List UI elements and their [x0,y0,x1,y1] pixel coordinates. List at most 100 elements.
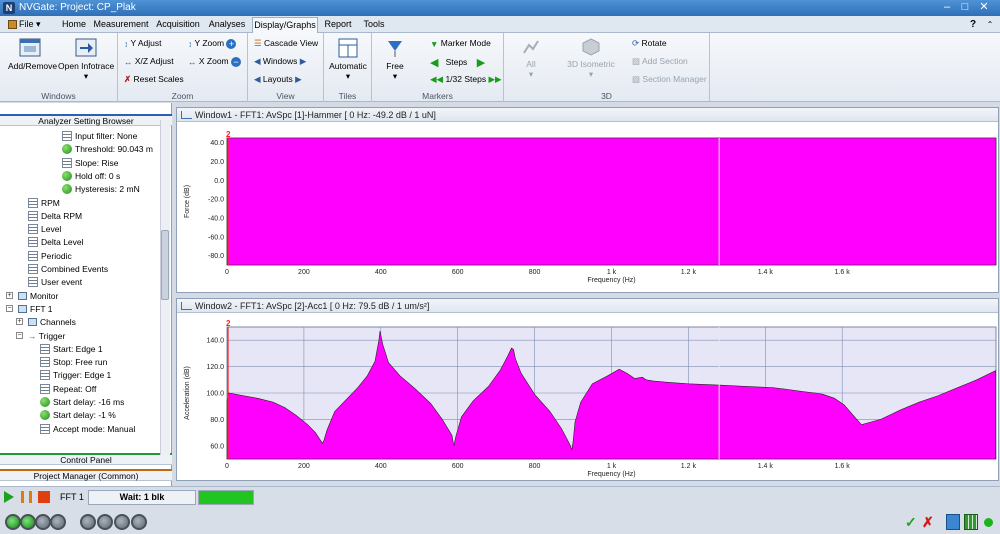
stop-icon[interactable] [38,491,50,503]
y-adjust-button[interactable]: ↕ Y Adjust [124,38,162,49]
tree-item[interactable]: Monitor [18,290,58,302]
tree-scrollbar-thumb[interactable] [161,230,169,300]
step-back-icon[interactable]: ◀ [430,56,438,69]
tree-item[interactable]: → Trigger [28,330,65,342]
tab-home[interactable]: Home [58,17,90,33]
free-marker-button[interactable]: Free ▾ [378,37,412,82]
cascade-view-button[interactable]: ☰ Cascade View [254,38,318,49]
channel-led-3 [35,514,51,530]
y-zoom-button[interactable]: ↕ Y Zoom + [188,38,237,49]
tree-expander[interactable]: − [16,331,23,339]
xz-adjust-icon: ↔ [124,56,133,67]
tree-item[interactable]: Delta Level [28,236,84,248]
prev-layout-icon[interactable]: ◀ [254,74,261,85]
clipboard-icon[interactable] [946,514,960,530]
tab-measurement[interactable]: Measurement [92,17,150,33]
all-button[interactable]: All ▾ [514,37,548,80]
marker-mode-button[interactable]: ▼ Marker Mode [430,38,491,49]
zoom-out-icon[interactable]: − [231,56,242,67]
x-tick-label: 400 [375,463,387,470]
next-window-icon[interactable]: ▶ [300,56,307,67]
tree-expander[interactable]: + [6,291,13,299]
tree-item[interactable]: Slope: Rise [62,157,118,169]
tree-item[interactable]: Accept mode: Manual [40,423,135,435]
tree-item[interactable]: Start: Edge 1 [40,343,103,355]
graph-window-2[interactable]: Window2 - FFT1: AvSpc [2]-Acc1 [ 0 Hz: 7… [176,298,999,481]
tree-item-label: Channels [40,317,76,328]
zoom-in-icon[interactable]: + [226,38,237,49]
y-axis-label: Acceleration (dB) [184,366,191,420]
reset-scales-button[interactable]: ✗ Reset Scales [124,74,184,85]
rotate-button[interactable]: ⟳ Rotate [632,38,667,49]
ribbon-collapse-icon[interactable]: ⌃ [983,17,997,33]
step-forward-icon[interactable]: ▶ [477,56,485,69]
section-manager-button[interactable]: ▧ Section Manager [632,74,707,85]
reset-scales-icon: ✗ [124,74,132,85]
tab-display-graphs[interactable]: Display/Graphs [252,17,318,33]
layouts-button[interactable]: ◀ Layouts ▶ [254,74,302,85]
tab-tools[interactable]: Tools [359,17,389,33]
add-remove-button[interactable]: Add/Remove [8,37,57,71]
meter-icon[interactable] [964,514,978,530]
isometric-button[interactable]: 3D Isometric ▾ [566,37,616,80]
help-button[interactable]: ? [966,17,980,33]
graph-window-1[interactable]: Window1 - FFT1: AvSpc [1]-Hammer [ 0 Hz:… [176,107,999,293]
next-layout-icon[interactable]: ▶ [295,74,302,85]
maximize-icon[interactable]: □ [958,1,972,14]
windows-button[interactable]: ◀ Windows ▶ [254,56,306,67]
tree-item[interactable]: Delta RPM [28,210,82,222]
steps-button[interactable]: ◀ Steps ▶ [430,56,485,69]
tree-item[interactable]: Threshold: 90.043 m [62,143,153,155]
tree-expander[interactable]: + [16,318,23,326]
tree-item[interactable]: Hold off: 0 s [62,170,120,182]
tree-item[interactable]: Stop: Free run [40,356,107,368]
pause-icon[interactable] [21,491,32,503]
error-icon[interactable]: ✗ [922,514,934,531]
tab-report[interactable]: Report [321,17,355,33]
x-tick-label: 1.6 k [835,463,851,470]
x-zoom-button[interactable]: ↔ X Zoom − [188,56,242,67]
fine-steps-button[interactable]: ◀◀ 1/32 Steps ▶▶ [430,74,502,85]
analyzer-setting-browser-header[interactable]: Analyzer Setting Browser [0,114,172,126]
tree-item[interactable]: Repeat: Off [40,383,96,395]
tree-item[interactable]: Start delay: -1 % [40,409,116,421]
tree-item[interactable]: FFT 1 [18,303,53,315]
prev-window-icon[interactable]: ◀ [254,56,261,67]
tree-item[interactable]: Trigger: Edge 1 [40,369,111,381]
automatic-tiles-button[interactable]: Automatic ▾ [328,37,368,82]
tree-item[interactable]: User event [28,276,82,288]
acceleration-spectrum-chart[interactable]: 0 200 400 600 800 1 k 1.2 k 1.4 k 1.6 k 140.0 120.… [177,313,998,480]
project-manager-header[interactable]: Project Manager (Common) [0,469,172,481]
minimize-icon[interactable]: – [940,1,954,14]
tree-item[interactable]: Level [28,223,61,235]
tree-item-label: Start: Edge 1 [53,343,103,354]
x-tick-label: 400 [375,269,387,276]
close-icon[interactable]: ✕ [977,1,991,14]
run-icon[interactable] [4,491,14,503]
tab-acquisition[interactable]: Acquisition [153,17,203,33]
ribbon-group-markers: Free ▾ ▼ Marker Mode ◀ Steps ▶ ◀◀ 1/32 S… [372,33,504,102]
check-icon[interactable]: ✓ [905,514,917,531]
setting-icon [28,210,38,221]
open-infotrace-button[interactable]: Open Infotrace ▾ [58,37,114,82]
module-icon [18,304,27,313]
file-menu[interactable]: File ▾ [4,17,52,33]
control-panel-header[interactable]: Control Panel [0,453,172,465]
tree-item[interactable]: Channels [28,316,76,328]
tree-item[interactable]: Start delay: -16 ms [40,396,124,408]
tree-item[interactable]: Hysteresis: 2 mN [62,183,140,195]
tree-item[interactable]: RPM [28,197,60,209]
fine-step-forward-icon[interactable]: ▶▶ [488,74,501,85]
tree-item[interactable]: Periodic [28,250,72,262]
arrow-icon: → [28,330,39,341]
add-section-button[interactable]: ▧ Add Section [632,56,688,67]
menu-bar: File ▾ Home Measurement Acquisition Anal… [0,16,1000,33]
force-spectrum-chart[interactable]: 0 200 400 600 800 1 k 1.2 k 1.4 k 1.6 k 40.0 20.0 0… [177,122,998,292]
tree-expander[interactable]: − [6,304,13,312]
tree-item[interactable]: Input filter: None [62,130,137,142]
window-2-title: Window2 - FFT1: AvSpc [2]-Acc1 [ 0 Hz: 7… [177,299,998,313]
fine-step-back-icon[interactable]: ◀◀ [430,74,443,85]
xz-adjust-button[interactable]: ↔ X/Z Adjust [124,56,174,67]
tab-analyses[interactable]: Analyses [206,17,248,33]
tree-item[interactable]: Combined Events [28,263,108,275]
